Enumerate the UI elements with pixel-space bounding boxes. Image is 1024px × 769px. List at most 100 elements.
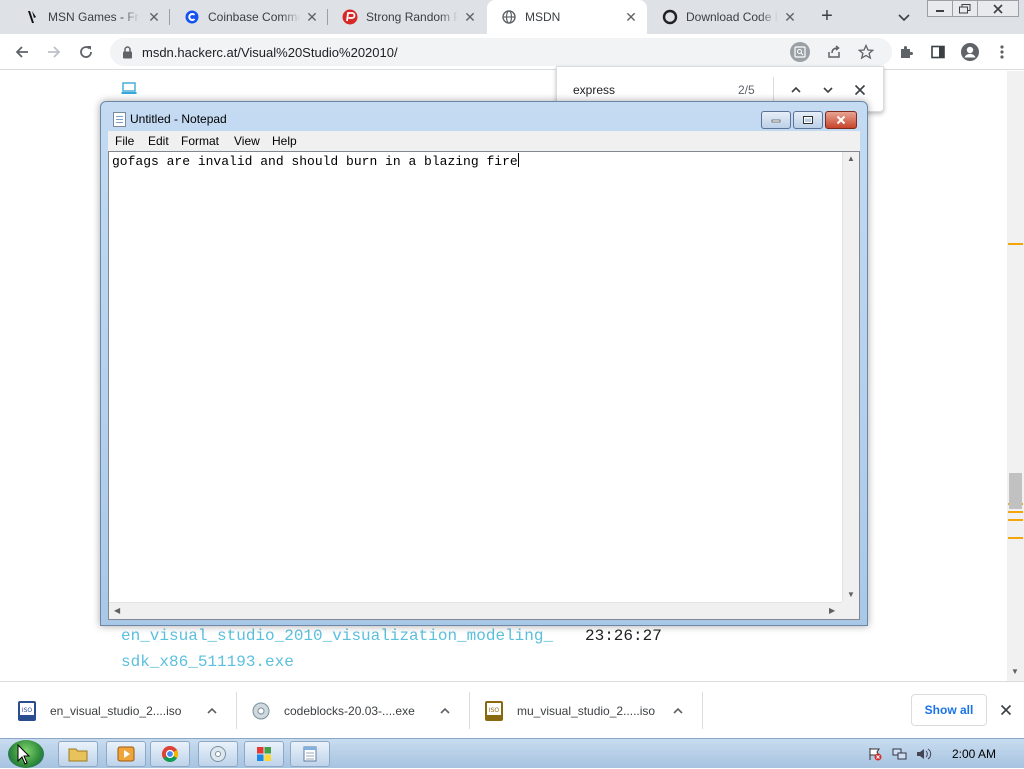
tab-download-codeblocks[interactable]: Download Code Blocks ✕ [648, 0, 806, 34]
profile-avatar-icon[interactable] [960, 42, 980, 62]
notepad-window: Untitled - Notepad File Edit Format View… [100, 101, 868, 626]
forward-arrow-icon[interactable] [44, 42, 64, 62]
tab-close-icon[interactable]: ✕ [462, 9, 478, 25]
find-in-page-icon[interactable] [790, 42, 810, 62]
computer-icon [121, 82, 137, 99]
tab-title: Strong Random Passwords [366, 10, 458, 24]
password-icon [342, 9, 358, 25]
find-next-chevron-down-icon[interactable] [819, 81, 837, 99]
notepad-text-area[interactable]: gofags are invalid and should burn in a … [108, 151, 860, 620]
tab-close-icon[interactable]: ✕ [623, 9, 639, 25]
reload-icon[interactable] [76, 42, 96, 62]
svg-text:ISO: ISO [22, 707, 33, 714]
tab-title: MSDN [525, 10, 561, 24]
download-separator [469, 692, 470, 729]
coinbase-icon [184, 9, 200, 25]
share-icon[interactable] [824, 42, 844, 62]
tab-close-icon[interactable]: ✕ [304, 9, 320, 25]
taskbar-clock[interactable]: 2:00 AM [952, 747, 996, 761]
download-options-chevron-icon[interactable] [438, 704, 452, 721]
tab-title: MSN Games - Free [48, 10, 140, 24]
file-name-link-continued[interactable]: sdk_x86_511193.exe [121, 653, 294, 671]
taskbar-notepad-icon[interactable] [290, 741, 330, 767]
msn-games-icon [24, 9, 40, 25]
codeblocks-icon [662, 9, 678, 25]
tab-strong-random[interactable]: Strong Random Passwords ✕ [328, 0, 486, 34]
more-menu-icon[interactable] [992, 42, 1012, 62]
installer-icon [250, 700, 272, 722]
tab-msn-games[interactable]: MSN Games - Free ✕ [10, 0, 170, 34]
extensions-puzzle-icon[interactable] [896, 42, 916, 62]
notepad-menubar: File Edit Format View Help [108, 131, 860, 151]
find-match-marker [1008, 511, 1023, 513]
notepad-minimize-button[interactable] [761, 111, 791, 129]
menu-file[interactable]: File [115, 134, 134, 148]
notepad-maximize-button[interactable] [793, 111, 823, 129]
taskbar-media-player-icon[interactable] [106, 741, 146, 767]
volume-speaker-icon[interactable] [916, 747, 932, 761]
tab-coinbase[interactable]: Coinbase Commerce ✕ [170, 0, 328, 34]
url-text[interactable]: msdn.hackerc.at/Visual%20Studio%202010/ [142, 45, 398, 60]
window-minimize-button[interactable] [927, 0, 953, 17]
window-close-button[interactable] [977, 0, 1019, 17]
find-match-marker [1008, 519, 1023, 521]
taskbar-chrome-icon[interactable] [150, 741, 190, 767]
globe-icon [501, 9, 517, 25]
tab-close-icon[interactable]: ✕ [782, 9, 798, 25]
scrollbar-thumb[interactable] [1009, 473, 1022, 509]
download-separator [236, 692, 237, 729]
network-icon[interactable] [892, 747, 907, 761]
iso-file-icon: ISO [16, 700, 38, 722]
tab-close-icon[interactable]: ✕ [146, 9, 162, 25]
tab-title: Coinbase Commerce [208, 10, 300, 24]
browser-toolbar: msdn.hackerc.at/Visual%20Studio%202010/ [0, 34, 1024, 70]
notepad-text-content[interactable]: gofags are invalid and should burn in a … [112, 153, 519, 169]
tab-title: Download Code Blocks [686, 10, 778, 24]
find-previous-chevron-up-icon[interactable] [787, 81, 805, 99]
scroll-down-arrow-icon[interactable]: ▼ [1011, 667, 1019, 676]
notepad-close-button[interactable] [825, 111, 857, 129]
taskbar-windows-flag-icon[interactable] [244, 741, 284, 767]
download-separator [702, 692, 703, 729]
lock-icon[interactable] [122, 46, 133, 62]
tab-msdn[interactable]: MSDN ✕ [487, 0, 647, 34]
download-options-chevron-icon[interactable] [205, 704, 219, 721]
action-center-flag-icon[interactable] [868, 747, 882, 761]
menu-help[interactable]: Help [272, 134, 297, 148]
scroll-left-arrow-icon[interactable]: ◀ [114, 606, 120, 615]
notepad-vertical-scrollbar[interactable]: ▲ ▼ [842, 152, 859, 603]
download-options-chevron-icon[interactable] [671, 704, 685, 721]
notepad-horizontal-scrollbar[interactable]: ◀ ▶ [109, 602, 843, 619]
find-input[interactable]: express [573, 83, 615, 97]
bookmark-star-icon[interactable] [856, 42, 876, 62]
text-caret [517, 153, 519, 167]
download-item-mu-visual-studio[interactable]: ISO mu_visual_studio_2.....iso [483, 682, 655, 739]
taskbar-disc-icon[interactable] [198, 741, 238, 767]
downloads-close-icon[interactable] [998, 702, 1014, 718]
download-file-name: codeblocks-20.03-....exe [284, 703, 415, 718]
menu-edit[interactable]: Edit [148, 134, 169, 148]
file-name-link[interactable]: en_visual_studio_2010_visualization_mode… [121, 627, 553, 645]
scroll-down-arrow-icon[interactable]: ▼ [847, 590, 855, 599]
browser-tab-strip: MSN Games - Free ✕ Coinbase Commerce ✕ S… [0, 0, 1024, 34]
page-scrollbar[interactable]: ▼ [1007, 71, 1024, 681]
find-match-marker [1008, 243, 1023, 245]
download-item-codeblocks[interactable]: codeblocks-20.03-....exe [250, 682, 415, 739]
find-close-icon[interactable] [851, 81, 869, 99]
scroll-right-arrow-icon[interactable]: ▶ [829, 606, 835, 615]
menu-view[interactable]: View [234, 134, 260, 148]
back-arrow-icon[interactable] [12, 42, 32, 62]
tab-search-chevron-icon[interactable] [896, 9, 912, 25]
new-tab-button[interactable]: + [816, 6, 838, 28]
window-restore-button[interactable] [952, 0, 978, 17]
scroll-up-arrow-icon[interactable]: ▲ [847, 154, 855, 163]
find-match-count: 2/5 [738, 83, 755, 97]
taskbar-explorer-folder-icon[interactable] [58, 741, 98, 767]
menu-format[interactable]: Format [181, 134, 219, 148]
download-item-en-visual-studio[interactable]: ISO en_visual_studio_2....iso [16, 682, 181, 739]
show-all-downloads-button[interactable]: Show all [911, 694, 987, 726]
side-panel-icon[interactable] [928, 42, 948, 62]
resize-grip-icon[interactable] [842, 602, 859, 619]
notepad-text: gofags are invalid and should burn in a … [112, 154, 518, 169]
address-bar[interactable]: msdn.hackerc.at/Visual%20Studio%202010/ [110, 38, 892, 66]
